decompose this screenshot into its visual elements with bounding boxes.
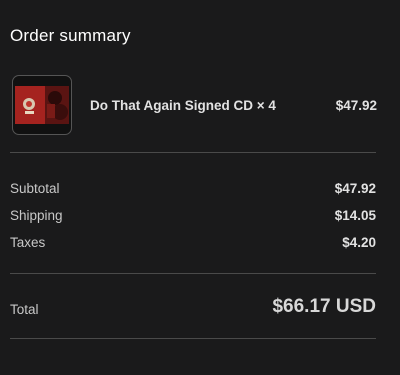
- total-value: $66.17 USD: [272, 296, 376, 317]
- divider: [10, 338, 376, 339]
- product-name: Do That Again Signed CD × 4: [90, 98, 276, 113]
- taxes-label: Taxes: [10, 235, 46, 250]
- shipping-value: $14.05: [334, 208, 376, 223]
- album-cover-image: [15, 86, 69, 124]
- subtotal-value: $47.92: [334, 181, 376, 196]
- subtotal-label: Subtotal: [10, 181, 60, 196]
- order-summary-panel: Order summary Do That Again Signed CD × …: [0, 0, 400, 375]
- total-label: Total: [10, 302, 39, 317]
- taxes-value: $4.20: [342, 235, 376, 250]
- page-title: Order summary: [10, 26, 131, 45]
- product-thumbnail: [12, 75, 72, 135]
- product-price: $47.92: [335, 98, 377, 113]
- divider: [10, 273, 376, 274]
- line-item: Do That Again Signed CD × 4 $47.92: [12, 75, 377, 135]
- shipping-label: Shipping: [10, 208, 63, 223]
- divider: [10, 152, 376, 153]
